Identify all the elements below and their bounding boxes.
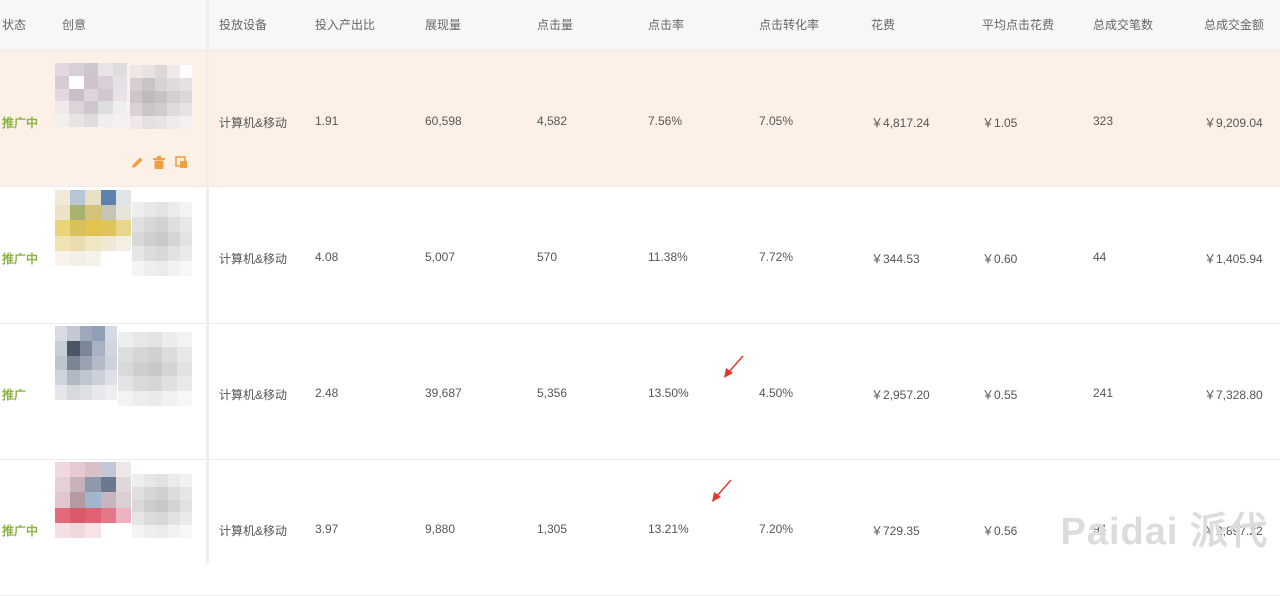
copy-icon[interactable] bbox=[174, 155, 188, 169]
orders-cell: 44 bbox=[1093, 250, 1107, 264]
gmv-cell: ￥7,328.80 bbox=[1204, 388, 1263, 402]
roi-cell: 3.97 bbox=[315, 522, 339, 536]
cpc-cell: ￥0.60 bbox=[982, 252, 1018, 266]
header-status: 状态 bbox=[2, 18, 27, 32]
header-cost: 花费 bbox=[871, 18, 896, 32]
cvr-cell: 7.20% bbox=[759, 522, 794, 536]
column-divider bbox=[206, 0, 209, 563]
table-row[interactable]: 推广中 计算机&移动 1.91 60,598 4,582 7.56% 7.05%… bbox=[0, 51, 1280, 187]
creative-thumbnail[interactable] bbox=[55, 190, 131, 266]
cpc-cell: ￥0.56 bbox=[982, 524, 1018, 538]
status-badge: 推广 bbox=[2, 388, 27, 402]
gmv-cell: ￥9,209.04 bbox=[1204, 116, 1263, 130]
cpc-cell: ￥0.55 bbox=[982, 388, 1018, 402]
impressions-cell: 39,687 bbox=[425, 386, 462, 400]
table-row[interactable]: 推广中 计算机&移动 4.08 5,007 570 11.38% 7.72% ￥… bbox=[0, 188, 1280, 324]
annotation-arrow-icon bbox=[712, 479, 732, 502]
header-roi: 投入产出比 bbox=[315, 18, 376, 32]
creative-thumbnail-detail bbox=[118, 332, 192, 406]
header-impressions: 展现量 bbox=[425, 18, 462, 32]
creative-thumbnail[interactable] bbox=[55, 326, 117, 400]
cost-cell: ￥4,817.24 bbox=[871, 116, 930, 130]
clicks-cell: 1,305 bbox=[537, 522, 568, 536]
annotation-arrow-icon bbox=[724, 355, 744, 378]
table-header: 状态 创意 投放设备 投入产出比 展现量 点击量 点击率 点击转化率 花费 平均… bbox=[0, 0, 1280, 51]
header-gmv: 总成交金额 bbox=[1204, 18, 1265, 32]
watermark: Paidai 派代 bbox=[1060, 511, 1268, 553]
device-cell: 计算机&移动 bbox=[219, 116, 288, 130]
creative-thumbnail[interactable] bbox=[55, 63, 127, 127]
roi-cell: 4.08 bbox=[315, 250, 339, 264]
status-badge: 推广中 bbox=[2, 524, 39, 538]
impressions-cell: 5,007 bbox=[425, 250, 456, 264]
creative-thumbnail[interactable] bbox=[55, 462, 131, 538]
row-actions bbox=[130, 155, 188, 169]
cvr-cell: 7.72% bbox=[759, 250, 794, 264]
header-orders: 总成交笔数 bbox=[1093, 18, 1154, 32]
ctr-cell: 13.50% bbox=[648, 386, 689, 400]
cpc-cell: ￥1.05 bbox=[982, 116, 1018, 130]
ctr-cell: 13.21% bbox=[648, 522, 689, 536]
impressions-cell: 9,880 bbox=[425, 522, 456, 536]
header-cpc: 平均点击花费 bbox=[982, 18, 1055, 32]
device-cell: 计算机&移动 bbox=[219, 388, 288, 402]
cost-cell: ￥344.53 bbox=[871, 252, 920, 266]
creative-thumbnail-detail bbox=[132, 474, 192, 538]
cvr-cell: 7.05% bbox=[759, 114, 794, 128]
clicks-cell: 4,582 bbox=[537, 114, 568, 128]
roi-cell: 2.48 bbox=[315, 386, 339, 400]
cost-cell: ￥729.35 bbox=[871, 524, 920, 538]
ctr-cell: 11.38% bbox=[648, 250, 688, 264]
gmv-cell: ￥1,405.94 bbox=[1204, 252, 1263, 266]
header-cvr: 点击转化率 bbox=[759, 18, 820, 32]
edit-icon[interactable] bbox=[130, 155, 144, 169]
cost-cell: ￥2,957.20 bbox=[871, 388, 930, 402]
ctr-cell: 7.56% bbox=[648, 114, 683, 128]
impressions-cell: 60,598 bbox=[425, 114, 462, 128]
orders-cell: 323 bbox=[1093, 114, 1114, 128]
status-badge: 推广中 bbox=[2, 116, 39, 130]
roi-cell: 1.91 bbox=[315, 114, 339, 128]
creative-thumbnail-detail bbox=[130, 65, 192, 129]
header-device: 投放设备 bbox=[219, 18, 268, 32]
status-badge: 推广中 bbox=[2, 252, 39, 266]
header-creative: 创意 bbox=[62, 18, 87, 32]
device-cell: 计算机&移动 bbox=[219, 524, 288, 538]
clicks-cell: 5,356 bbox=[537, 386, 568, 400]
orders-cell: 241 bbox=[1093, 386, 1114, 400]
header-ctr: 点击率 bbox=[648, 18, 685, 32]
clicks-cell: 570 bbox=[537, 250, 558, 264]
delete-icon[interactable] bbox=[152, 155, 166, 169]
creative-thumbnail-detail bbox=[132, 202, 192, 276]
table-row[interactable]: 推广 计算机&移动 2.48 39,687 5,356 13.50% 4.50%… bbox=[0, 324, 1280, 460]
device-cell: 计算机&移动 bbox=[219, 252, 288, 266]
cvr-cell: 4.50% bbox=[759, 386, 794, 400]
header-clicks: 点击量 bbox=[537, 18, 574, 32]
